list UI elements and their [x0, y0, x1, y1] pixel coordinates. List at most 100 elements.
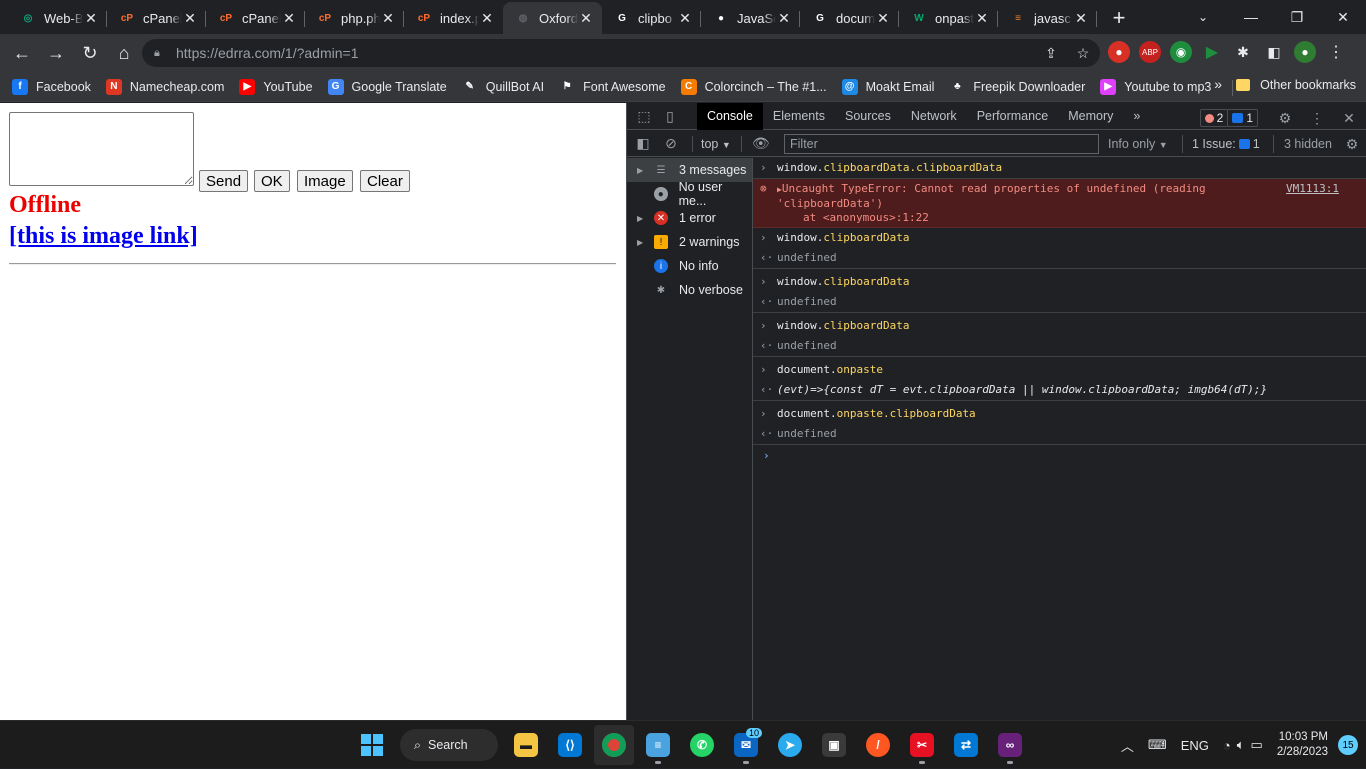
remote-app[interactable]: ⇄: [946, 725, 986, 765]
console-sidebar-item[interactable]: ▶ ✕ 1 error: [627, 206, 752, 230]
browser-tab[interactable]: Gdocum ✕: [800, 2, 899, 34]
extension-red-icon[interactable]: ●: [1108, 41, 1130, 63]
ok-button[interactable]: OK: [254, 170, 290, 192]
tab-close-icon[interactable]: ✕: [281, 10, 297, 27]
devtools-tab-sources[interactable]: Sources: [835, 103, 901, 130]
snipping-app[interactable]: ✂: [902, 725, 942, 765]
browser-tab[interactable]: cP cPanel ✕: [107, 2, 206, 34]
tab-close-icon[interactable]: ✕: [182, 10, 198, 27]
home-icon[interactable]: ⌂: [108, 37, 140, 69]
bookmark-item[interactable]: ▶ YouTube: [239, 78, 313, 95]
sidebar-toggle-icon[interactable]: ◧: [630, 131, 656, 157]
tab-close-icon[interactable]: ✕: [380, 10, 396, 27]
forward-arrow-icon[interactable]: →: [40, 37, 72, 69]
profile-avatar[interactable]: ●: [1294, 41, 1316, 63]
puzzle-icon[interactable]: ✱: [1232, 41, 1254, 63]
issues-link[interactable]: 1 Issue: 1: [1192, 137, 1260, 151]
browser-tab[interactable]: Wonpast ✕: [899, 2, 998, 34]
notification-badge[interactable]: 15: [1338, 735, 1358, 755]
console-sidebar-item[interactable]: ▶! 2 warnings: [627, 230, 752, 254]
tray-overflow-icon[interactable]: ︿: [1121, 736, 1134, 755]
close-window-icon[interactable]: ✕: [1320, 0, 1366, 34]
bookmark-item[interactable]: f Facebook: [12, 78, 91, 95]
console-error-message[interactable]: ⊗ ▶Uncaught TypeError: Cannot read prope…: [753, 179, 1366, 228]
new-tab-button[interactable]: +: [1103, 2, 1135, 34]
console-output[interactable]: › window.clipboardData.clipboardData ⊗ ▶U…: [753, 158, 1366, 720]
bookmark-item[interactable]: ♣ Freepik Downloader: [949, 78, 1085, 95]
mail-app[interactable]: ✉ 10: [726, 725, 766, 765]
tab-close-icon[interactable]: ✕: [1073, 10, 1089, 27]
inspect-element-icon[interactable]: ⬚: [631, 103, 657, 129]
image-link[interactable]: [this is image link]: [9, 223, 198, 250]
context-selector[interactable]: top ▼: [701, 137, 731, 151]
tab-search-icon[interactable]: ⌄: [1188, 0, 1218, 34]
tab-close-icon[interactable]: ✕: [83, 10, 99, 27]
browser-tab[interactable]: ≡ javasc ✕: [998, 2, 1097, 34]
paint-app[interactable]: /: [858, 725, 898, 765]
tab-close-icon[interactable]: ✕: [875, 10, 891, 27]
browser-tab[interactable]: ● JavaSc ✕: [701, 2, 800, 34]
volume-icon[interactable]: 🔈︎: [1237, 737, 1245, 753]
console-sidebar-item[interactable]: ▶ ☰ 3 messages: [627, 158, 752, 182]
info-count-badge[interactable]: 1: [1227, 109, 1258, 127]
adblock-icon[interactable]: ABP: [1139, 41, 1161, 63]
tab-close-icon[interactable]: ✕: [776, 10, 792, 27]
notepad-app[interactable]: ≡: [638, 725, 678, 765]
file-explorer-app[interactable]: ▬: [506, 725, 546, 765]
device-toolbar-icon[interactable]: ▯: [657, 103, 683, 129]
play-extension-icon[interactable]: ▶: [1201, 41, 1223, 63]
message-textarea[interactable]: [9, 112, 194, 186]
share-icon[interactable]: ⇪: [1040, 43, 1062, 63]
tab-close-icon[interactable]: ✕: [677, 10, 693, 27]
side-panel-icon[interactable]: ◧: [1263, 41, 1285, 63]
bookmark-item[interactable]: G Google Translate: [327, 78, 447, 95]
settings-gear-icon[interactable]: ⚙: [1272, 105, 1298, 131]
bookmark-item[interactable]: @ Moakt Email: [841, 78, 934, 95]
tab-close-icon[interactable]: ✕: [578, 10, 594, 27]
browser-tab[interactable]: ◍ Oxford ✕: [503, 2, 602, 34]
clear-console-icon[interactable]: ⊘: [658, 131, 684, 157]
start-button[interactable]: [352, 725, 392, 765]
error-count-badge[interactable]: 2: [1199, 109, 1229, 127]
other-bookmarks[interactable]: Other bookmarks: [1236, 78, 1356, 92]
browser-tab[interactable]: cP cPanel ✕: [206, 2, 305, 34]
devtools-more-tabs-icon[interactable]: »: [1123, 103, 1150, 130]
console-filter-input[interactable]: Filter: [784, 134, 1099, 154]
language-indicator[interactable]: ENG: [1181, 738, 1209, 753]
wifi-icon[interactable]: ◔: [1223, 738, 1231, 753]
live-expression-eye-icon[interactable]: 👁︎: [748, 131, 774, 157]
browser-tab[interactable]: cP index.p ✕: [404, 2, 503, 34]
tab-close-icon[interactable]: ✕: [479, 10, 495, 27]
bookmark-item[interactable]: ▶ Youtube to mp3: [1100, 78, 1211, 95]
bookmark-item[interactable]: ⚑ Font Awesome: [559, 78, 666, 95]
menu-kebab-icon[interactable]: ⋮: [1325, 41, 1347, 63]
console-sidebar-item[interactable]: ✱ No verbose: [627, 278, 752, 302]
bookmark-item[interactable]: N Namecheap.com: [105, 78, 224, 95]
grammarly-icon[interactable]: ◉: [1170, 41, 1192, 63]
clear-button[interactable]: Clear: [360, 170, 410, 192]
browser-tab[interactable]: ◎ Web-B ✕: [8, 2, 107, 34]
taskbar-search[interactable]: ⌕ Search: [400, 729, 498, 761]
bookmarks-overflow-icon[interactable]: »: [1214, 76, 1222, 92]
visual-studio-app[interactable]: ∞: [990, 725, 1030, 765]
console-sidebar-item[interactable]: i No info: [627, 254, 752, 278]
reload-icon[interactable]: ↻: [74, 37, 106, 69]
devtools-tab-elements[interactable]: Elements: [763, 103, 835, 130]
browser-tab[interactable]: cP php.ph ✕: [305, 2, 404, 34]
store-app[interactable]: ▣: [814, 725, 854, 765]
image-button[interactable]: Image: [297, 170, 353, 192]
whatsapp-app[interactable]: ✆: [682, 725, 722, 765]
bookmark-star-icon[interactable]: ☆: [1072, 43, 1094, 63]
telegram-app[interactable]: ➤: [770, 725, 810, 765]
tab-close-icon[interactable]: ✕: [974, 10, 990, 27]
address-bar[interactable]: 🔒︎ https://edrra.com/1/?admin=1 ⇪ ☆: [142, 39, 1100, 67]
restore-icon[interactable]: ❐: [1274, 0, 1320, 34]
devtools-tab-memory[interactable]: Memory: [1058, 103, 1123, 130]
chrome-app[interactable]: [594, 725, 634, 765]
error-source-link[interactable]: VM1113:1: [1286, 182, 1339, 196]
clock[interactable]: 10:03 PM 2/28/2023: [1277, 730, 1328, 760]
back-arrow-icon[interactable]: ←: [6, 37, 38, 69]
log-levels-dropdown[interactable]: Info only ▼: [1108, 137, 1168, 151]
browser-tab[interactable]: Gclipbo ✕: [602, 2, 701, 34]
devtools-menu-icon[interactable]: ⋮: [1304, 105, 1330, 131]
